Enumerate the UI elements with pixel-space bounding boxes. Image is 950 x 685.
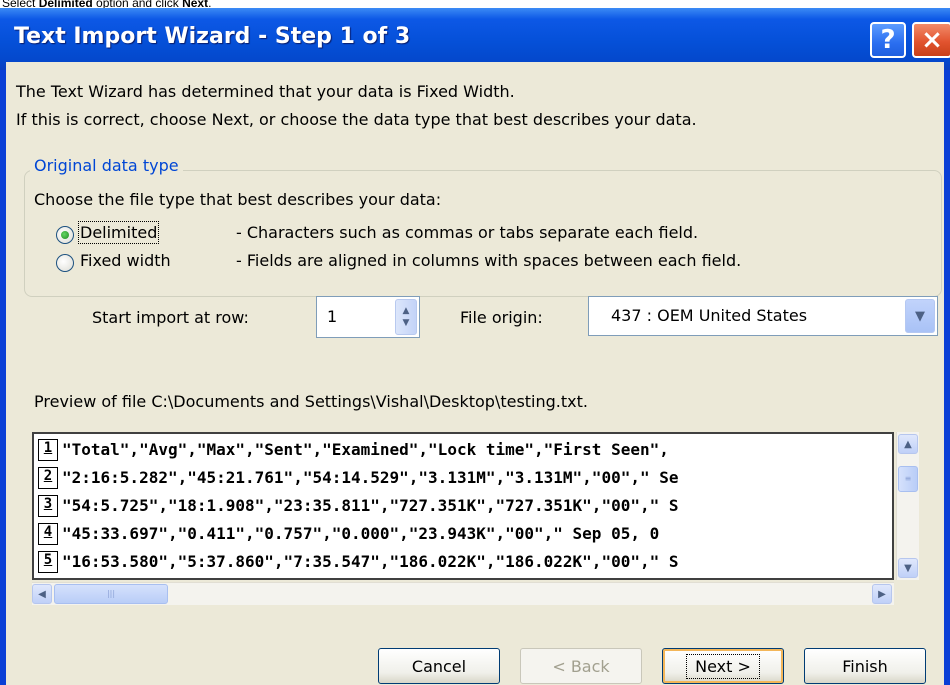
spinner-arrows[interactable]: ▲ ▼ <box>395 299 417 335</box>
radio-delimited[interactable] <box>56 226 74 244</box>
start-row-spinner[interactable]: 1 ▲ ▼ <box>316 296 420 338</box>
row-text: "45:33.697","0.411","0.757","0.000","23.… <box>62 524 660 543</box>
preview-row: 2 "2:16:5.282","45:21.761","54:14.529","… <box>34 464 892 492</box>
chevron-up-icon: ▲ <box>904 438 912 450</box>
chevron-down-icon: ▼ <box>915 308 925 324</box>
dialog-body: The Text Wizard has determined that your… <box>6 62 944 685</box>
dropdown-button[interactable]: ▼ <box>905 299 935 333</box>
scroll-left-button[interactable]: ◀ <box>32 584 52 604</box>
file-origin-value: 437 : OEM United States <box>611 306 808 325</box>
start-row-label: Start import at row: <box>92 308 249 327</box>
close-icon: × <box>921 25 943 55</box>
finish-button[interactable]: Finish <box>804 648 926 684</box>
fixed-width-description: - Fields are aligned in columns with spa… <box>236 251 742 270</box>
row-text: "2:16:5.282","45:21.761","54:14.529","3.… <box>62 468 679 487</box>
preview-row: 5 "16:53.580","5:37.860","7:35.547","186… <box>34 548 892 576</box>
cancel-button[interactable]: Cancel <box>378 648 500 684</box>
preview-row: 1 "Total","Avg","Max","Sent","Examined",… <box>34 436 892 464</box>
group-legend: Original data type <box>30 156 183 175</box>
delimited-description: - Characters such as commas or tabs sepa… <box>236 223 699 242</box>
scroll-right-button[interactable]: ▶ <box>872 584 892 604</box>
row-number: 5 <box>38 551 58 573</box>
row-number: 3 <box>38 495 58 517</box>
file-type-prompt: Choose the file type that best describes… <box>34 190 442 209</box>
row-number: 1 <box>38 439 58 461</box>
back-button[interactable]: < Back <box>520 648 642 684</box>
radio-fixed-width[interactable] <box>56 254 74 272</box>
scroll-down-button[interactable]: ▼ <box>898 558 918 578</box>
spin-down-icon[interactable]: ▼ <box>403 317 410 329</box>
scroll-up-button[interactable]: ▲ <box>898 434 918 454</box>
radio-fixed-width-label[interactable]: Fixed width <box>80 251 171 270</box>
row-number: 2 <box>38 467 58 489</box>
help-button[interactable]: ? <box>870 22 906 58</box>
radio-delimited-label[interactable]: Delimited <box>77 221 160 244</box>
help-icon: ? <box>880 25 896 55</box>
vertical-scroll-thumb[interactable]: ≡ <box>898 466 918 492</box>
preview-row: 4 "45:33.697","0.411","0.757","0.000","2… <box>34 520 892 548</box>
chevron-down-icon: ▼ <box>904 562 912 574</box>
window-title: Text Import Wizard - Step 1 of 3 <box>14 24 411 49</box>
intro-line-2: If this is correct, choose Next, or choo… <box>16 110 697 129</box>
row-text: "Total","Avg","Max","Sent","Examined","L… <box>62 440 669 459</box>
next-button[interactable]: Next > <box>662 648 784 684</box>
text-import-wizard-window: Text Import Wizard - Step 1 of 3 ? × The… <box>0 8 950 685</box>
preview-label: Preview of file C:\Documents and Setting… <box>34 392 588 411</box>
preview-vertical-scrollbar[interactable]: ▲ ≡ ▼ <box>896 432 919 580</box>
intro-line-1: The Text Wizard has determined that your… <box>16 82 515 101</box>
horizontal-scroll-thumb[interactable]: ||| <box>54 584 168 604</box>
row-text: "16:53.580","5:37.860","7:35.547","186.0… <box>62 552 679 571</box>
row-text: "54:5.725","18:1.908","23:35.811","727.3… <box>62 496 679 515</box>
radio-selected-dot <box>61 231 69 239</box>
file-origin-label: File origin: <box>460 308 543 327</box>
spin-up-icon[interactable]: ▲ <box>403 305 410 317</box>
preview-row: 3 "54:5.725","18:1.908","23:35.811","727… <box>34 492 892 520</box>
row-number: 4 <box>38 523 58 545</box>
chevron-left-icon: ◀ <box>38 588 46 600</box>
start-row-value: 1 <box>327 307 338 326</box>
file-preview-pane[interactable]: 1 "Total","Avg","Max","Sent","Examined",… <box>32 432 894 580</box>
preview-horizontal-scrollbar[interactable]: ◀ ||| ▶ <box>32 582 894 605</box>
chevron-right-icon: ▶ <box>878 588 886 600</box>
file-origin-select[interactable]: 437 : OEM United States ▼ <box>588 296 938 336</box>
close-button[interactable]: × <box>912 22 950 58</box>
title-bar[interactable]: Text Import Wizard - Step 1 of 3 ? × <box>0 8 950 70</box>
